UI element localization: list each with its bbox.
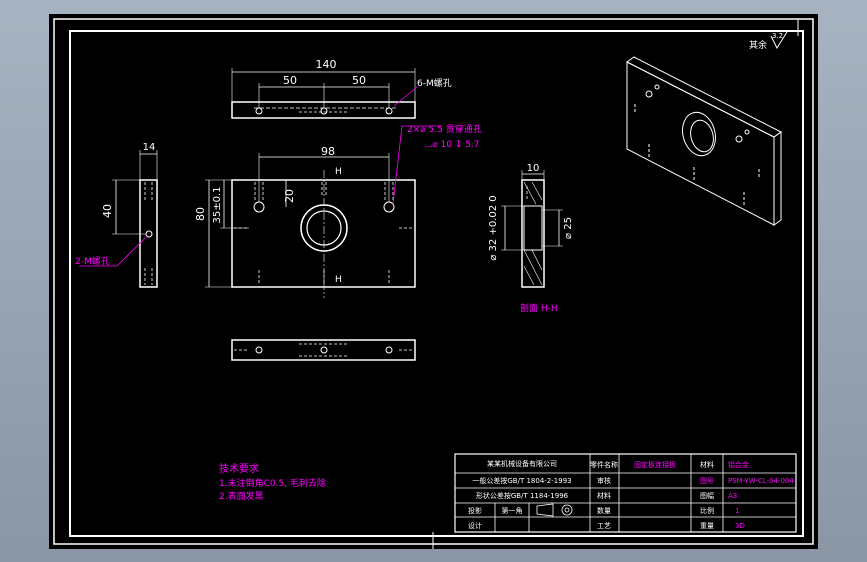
tb-size-label: 图幅	[700, 491, 714, 500]
isometric-view	[626, 56, 782, 226]
dim-side-width: 14	[143, 142, 156, 153]
dim-top-threads: 6-M螺孔	[417, 78, 452, 89]
section-bore	[523, 205, 543, 251]
dim-front-hole-height: 35±0.1	[212, 186, 223, 223]
projection-circle-icon-inner	[564, 507, 570, 513]
leader-counterbore	[392, 125, 441, 205]
notes-line-1: 1.未注倒角C0.5, 毛刺去除	[219, 477, 326, 489]
hatch	[531, 249, 543, 271]
tb-design: 设计	[468, 521, 482, 530]
projection-cone-icon	[536, 503, 554, 517]
dim-top-overall: 140	[316, 58, 337, 71]
drawing-sheet: 其余 3.2 140 50 50 6-M螺孔 98 20 80 35±0.1 2…	[49, 14, 818, 549]
notes-heading: 技术要求	[219, 462, 259, 475]
section-outline	[521, 179, 545, 288]
tb-material: 铝合金	[728, 460, 749, 469]
tb-drawing-no: PSM-YW-CL-04-004	[728, 477, 794, 485]
tb-part-name-label: 零件名称	[590, 460, 618, 469]
dim-front-pitch: 98	[321, 145, 335, 158]
bottom-hole-3	[385, 346, 393, 354]
iso-bore-outer	[682, 111, 716, 157]
iso-hole	[645, 90, 653, 98]
section-mark-top: H	[335, 167, 342, 177]
counterbore-hole-left	[253, 201, 265, 213]
dim-front-counterbore-sub: ⌴⌀ 10 ↧ 5.7	[425, 140, 480, 150]
tb-sheet: 第一角	[502, 506, 523, 515]
tb-qty: 1	[735, 507, 739, 515]
tb-projection: 投影	[468, 506, 482, 515]
dim-front-height: 80	[194, 207, 207, 221]
top-view-outline	[231, 101, 416, 119]
roughness-symbol: 其余 3.2	[749, 31, 788, 51]
roughness-label: 其余	[749, 39, 767, 51]
tb-scale-label: 比例	[700, 506, 714, 515]
tb-tolerance-1: 一般公差按GB/T 1804-2-1993	[472, 476, 571, 485]
title-block-text: 某某机械设备有限公司 一般公差按GB/T 1804-2-1993 形状公差按GB…	[468, 459, 794, 530]
section-mark-bottom: H	[335, 275, 342, 285]
dim-top-left: 50	[283, 74, 297, 87]
projection-circle-icon	[561, 504, 573, 516]
counterbore-hole-right	[383, 201, 395, 213]
tb-material-label-2: 材料	[700, 460, 714, 469]
side-view-outline	[139, 179, 158, 288]
section-name: 剖面 H-H	[520, 302, 558, 314]
tb-qty-label: 数量	[597, 506, 611, 515]
hatch	[523, 249, 543, 286]
top-view	[231, 68, 418, 119]
cad-drawing: 其余 3.2 140 50 50 6-M螺孔 98 20 80 35±0.1 2…	[53, 18, 814, 549]
dim-section-inner: ⌀ 25	[563, 217, 574, 239]
bottom-hole-1	[255, 346, 263, 354]
dim-side-threads: 2-M螺孔	[75, 256, 110, 267]
tb-size: A3	[728, 492, 737, 500]
hatch	[523, 181, 537, 205]
dim-front-hole-offset: 20	[283, 189, 296, 203]
dim-section-bore: ⌀ 32 +0.02 0	[488, 195, 499, 260]
top-thread-hole-3	[385, 107, 393, 115]
tb-company: 某某机械设备有限公司	[487, 459, 557, 468]
iso-hole	[654, 84, 660, 90]
iso-hole	[744, 129, 750, 135]
tb-tolerance-2: 形状公差按GB/T 1184-1996	[476, 491, 569, 500]
iso-hole	[735, 135, 743, 143]
tb-review: 审核	[597, 476, 611, 485]
inner-frame	[69, 30, 804, 537]
bottom-view	[231, 339, 416, 361]
tb-weight-label: 重量	[700, 522, 714, 530]
iso-front-face	[626, 61, 775, 226]
dim-front-counterbore: 2×⌀ 5.5 贯穿通孔	[407, 123, 482, 135]
section-view	[501, 170, 563, 288]
leader-threads	[393, 86, 418, 107]
bottom-view-outline	[231, 339, 416, 361]
iso-side-face	[773, 131, 782, 226]
top-thread-hole-2	[320, 107, 328, 115]
dim-section-width: 10	[527, 163, 540, 174]
hatch	[531, 181, 543, 201]
hatch	[523, 265, 535, 286]
tb-material-label: 材料	[597, 491, 611, 500]
front-view-outline	[231, 179, 416, 288]
tb-drawing-no-label: 图号	[700, 477, 714, 485]
tb-weight: 3D	[735, 522, 745, 530]
bottom-hole-2	[320, 346, 328, 354]
tb-process: 工艺	[597, 522, 611, 530]
top-thread-hole-1	[255, 107, 263, 115]
dim-top-right: 50	[352, 74, 366, 87]
notes-line-2: 2.表面发黑	[219, 490, 264, 502]
dim-side-hole: 40	[101, 204, 114, 218]
tb-part-name: 固定板连接板	[634, 460, 676, 469]
roughness-value: 3.2	[772, 32, 783, 40]
